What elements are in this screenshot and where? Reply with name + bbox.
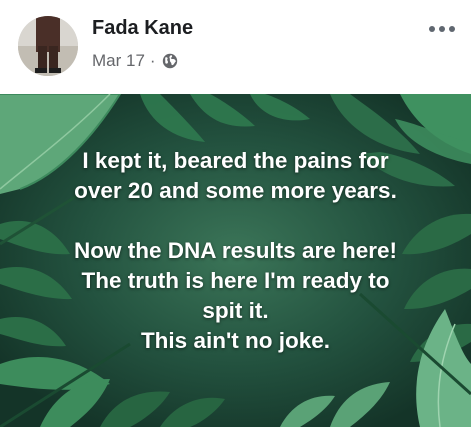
post-background-image: I kept it, beared the pains for over 20 … [0,94,471,427]
post-header: Fada Kane Mar 17 · [0,0,471,94]
post-text-line: Now the DNA results are here! [74,238,397,263]
post-text-line: spit it. [202,298,269,323]
author-name[interactable]: Fada Kane [92,17,193,40]
avatar[interactable] [18,16,78,76]
more-options-icon[interactable] [429,24,455,34]
post-text-blank-line [0,206,471,236]
post-text: I kept it, beared the pains for over 20 … [0,146,471,356]
post-text-line: The truth is here I'm ready to [81,268,390,293]
post-text-line: I kept it, beared the pains for [82,148,389,173]
globe-icon [162,53,178,69]
facebook-post: Fada Kane Mar 17 · I kept it, beared the… [0,0,471,427]
post-text-line: over 20 and some more years. [74,178,397,203]
post-text-line: This ain't no joke. [140,328,331,353]
post-meta: Mar 17 · [92,51,178,71]
meta-separator: · [149,51,156,70]
post-date[interactable]: Mar 17 [92,51,145,71]
